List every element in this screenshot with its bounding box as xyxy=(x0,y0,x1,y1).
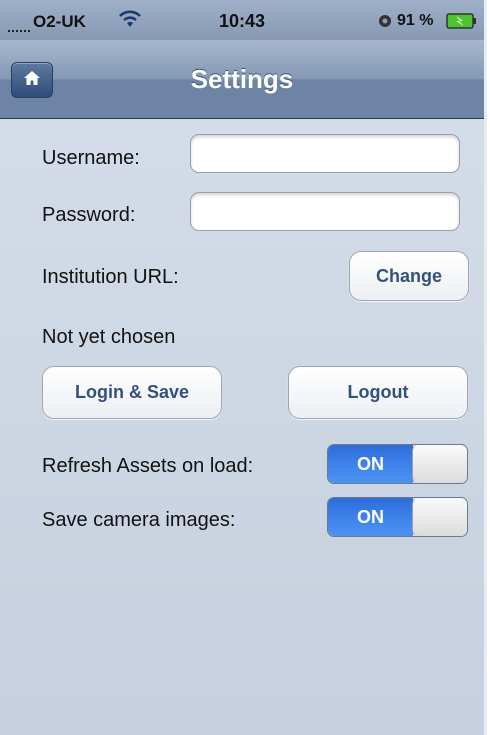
refresh-assets-label: Refresh Assets on load: xyxy=(42,455,254,477)
username-label: Username: xyxy=(42,147,140,169)
password-field[interactable] xyxy=(190,192,460,231)
username-field[interactable] xyxy=(190,134,460,173)
institution-status: Not yet chosen xyxy=(42,326,176,348)
login-save-button[interactable]: Login & Save xyxy=(42,366,222,419)
status-bar: O2-UK 10:43 91 % xyxy=(0,0,484,40)
save-camera-images-toggle[interactable]: ON xyxy=(327,497,468,537)
battery-percent: 91 % xyxy=(397,12,434,29)
page-title: Settings xyxy=(190,64,294,94)
toggle-knob xyxy=(412,445,467,483)
phone-screen: O2-UK 10:43 91 % Settings Username: Pass… xyxy=(0,0,487,735)
logout-button[interactable]: Logout xyxy=(288,366,468,419)
password-label: Password: xyxy=(42,204,136,226)
navigation-bar: Settings xyxy=(0,40,484,119)
change-button[interactable]: Change xyxy=(349,251,469,301)
save-camera-images-label: Save camera images: xyxy=(42,509,236,531)
toggle-on-label: ON xyxy=(328,498,413,536)
battery-charging-icon xyxy=(446,13,478,34)
institution-url-label: Institution URL: xyxy=(42,266,179,288)
toggle-on-label: ON xyxy=(328,445,413,483)
orientation-lock-icon xyxy=(378,13,392,33)
refresh-assets-toggle[interactable]: ON xyxy=(327,444,468,484)
toggle-knob xyxy=(412,498,467,536)
